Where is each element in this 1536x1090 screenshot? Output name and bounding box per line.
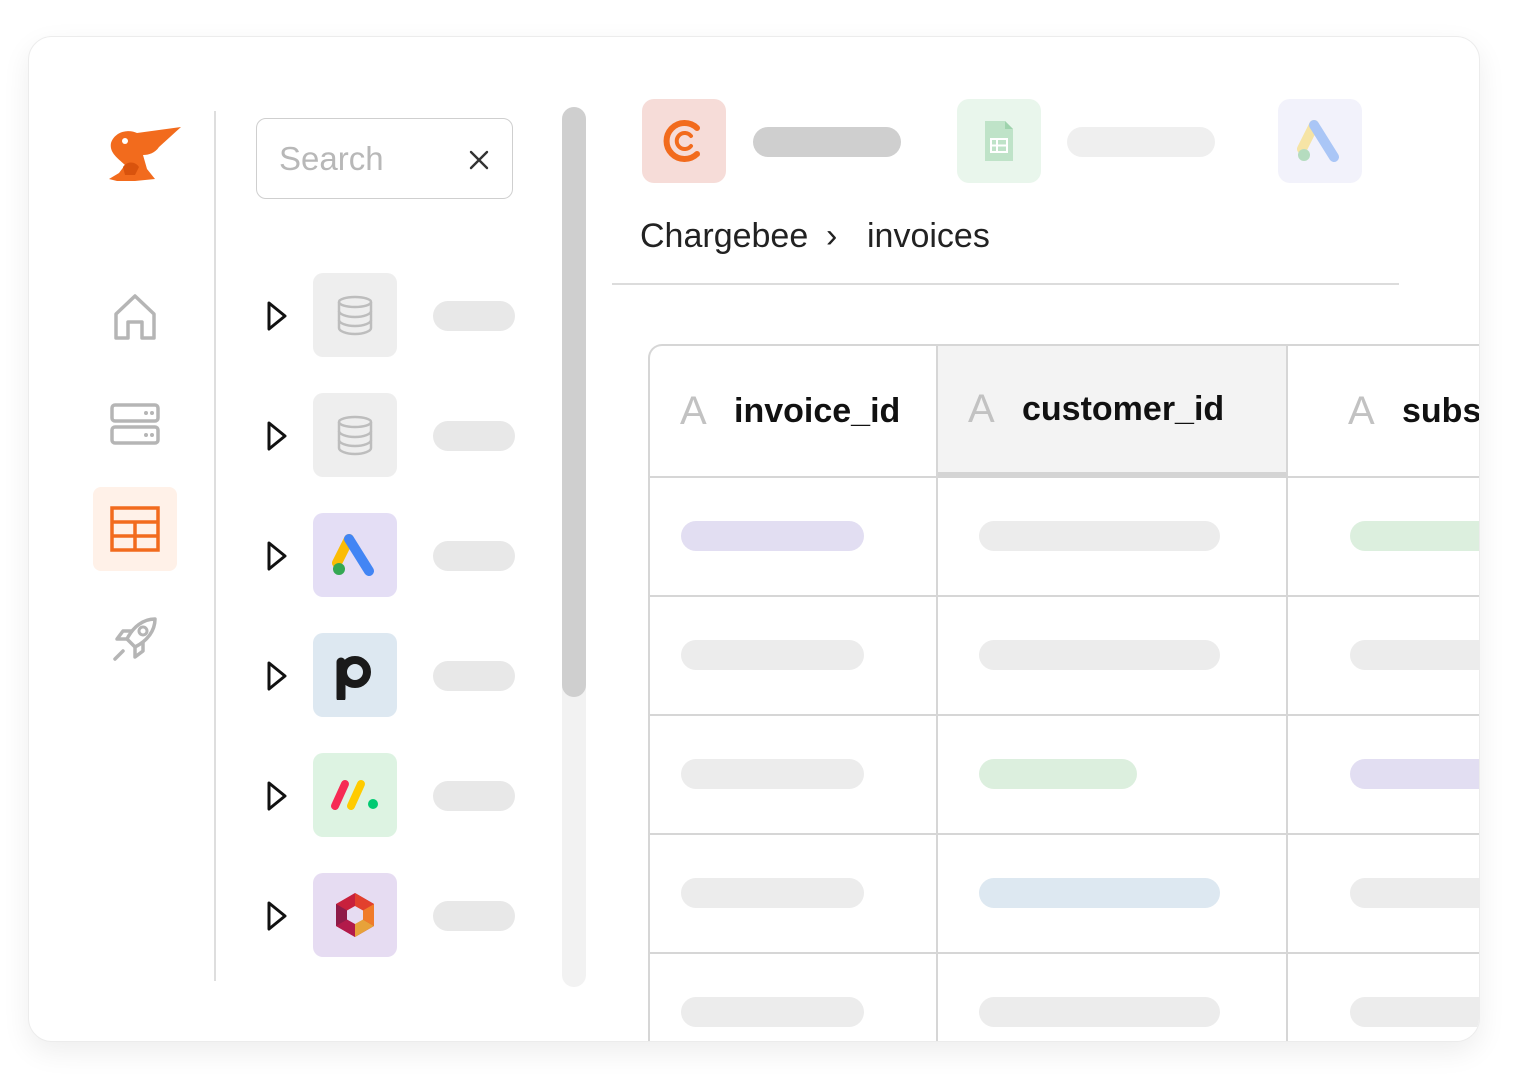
table-cell[interactable] (650, 597, 938, 716)
google-ads-icon (332, 534, 374, 576)
nav-home[interactable] (93, 275, 177, 359)
table-cell[interactable] (650, 478, 938, 597)
cell-value-placeholder (681, 878, 864, 908)
string-type-icon: A (1348, 388, 1375, 433)
nav-servers[interactable] (93, 382, 177, 466)
table-cell[interactable] (650, 954, 938, 1041)
source-item[interactable] (256, 873, 526, 959)
cell-value-placeholder (681, 640, 864, 670)
source-logo (313, 513, 397, 597)
monday-icon (331, 780, 378, 810)
source-item[interactable] (256, 393, 526, 479)
source-logo (313, 873, 397, 957)
table-cell[interactable] (938, 835, 1288, 954)
table-cell[interactable] (1288, 478, 1479, 597)
cell-value-placeholder (979, 878, 1220, 908)
cell-value-placeholder (979, 640, 1220, 670)
connector-google-sheets[interactable] (957, 99, 1041, 183)
string-type-icon: A (680, 388, 707, 433)
source-label-placeholder (433, 421, 515, 451)
source-label-placeholder (433, 781, 515, 811)
cell-value-placeholder (1350, 640, 1479, 670)
column-header-selected[interactable]: A customer_id (938, 346, 1288, 478)
table-cell[interactable] (1288, 716, 1479, 835)
caret-right-icon[interactable] (266, 780, 288, 812)
table-cell[interactable] (938, 716, 1288, 835)
app-window: Chargebee › invoices A invoice_id A cust… (28, 36, 1480, 1042)
source-label-placeholder (433, 541, 515, 571)
cell-value-placeholder (681, 521, 864, 551)
source-logo (313, 753, 397, 837)
source-logo (313, 273, 397, 357)
column-name: subs (1402, 391, 1480, 430)
column-header[interactable]: A subs (1288, 346, 1480, 478)
google-ads-icon (1297, 120, 1339, 162)
breadcrumb-source[interactable]: Chargebee (640, 217, 808, 256)
caret-right-icon[interactable] (266, 540, 288, 572)
google-sheets-icon (985, 121, 1013, 161)
table-cell[interactable] (938, 597, 1288, 716)
pipedrive-icon (336, 656, 371, 700)
cell-value-placeholder (979, 759, 1137, 789)
source-label-placeholder (433, 301, 515, 331)
server-icon (110, 403, 160, 445)
chevron-right-icon: › (826, 217, 838, 255)
source-item[interactable] (256, 513, 526, 599)
source-logo (313, 633, 397, 717)
cell-value-placeholder (1350, 759, 1479, 789)
source-item[interactable] (256, 273, 526, 359)
connector-chargebee[interactable] (642, 99, 726, 183)
table-cell[interactable] (1288, 835, 1479, 954)
table-cell[interactable] (1288, 597, 1479, 716)
connector-google-ads[interactable] (1278, 99, 1362, 183)
source-item[interactable] (256, 633, 526, 719)
source-logo (313, 393, 397, 477)
caret-right-icon[interactable] (266, 420, 288, 452)
nav-tables[interactable] (93, 487, 177, 571)
cell-value-placeholder (1350, 521, 1479, 551)
table-icon (110, 506, 160, 552)
brand-logo-icon (105, 123, 185, 187)
caret-right-icon[interactable] (266, 660, 288, 692)
table-cell[interactable] (650, 716, 938, 835)
chargebee-icon (663, 120, 700, 162)
cell-value-placeholder (1350, 878, 1479, 908)
source-label-placeholder (433, 901, 515, 931)
nav-deploy[interactable] (93, 597, 177, 681)
table-cell[interactable] (1288, 954, 1479, 1041)
caret-right-icon[interactable] (266, 300, 288, 332)
column-header[interactable]: A invoice_id (650, 346, 938, 478)
connector-label-placeholder (1067, 127, 1215, 157)
cell-value-placeholder (681, 997, 864, 1027)
column-name: invoice_id (734, 391, 901, 430)
home-icon (114, 294, 156, 340)
string-type-icon: A (968, 386, 995, 431)
table-cell[interactable] (650, 835, 938, 954)
source-label-placeholder (433, 661, 515, 691)
search-input[interactable] (279, 137, 449, 181)
close-icon[interactable] (465, 146, 493, 174)
breadcrumb-table[interactable]: invoices (867, 217, 990, 256)
cell-value-placeholder (979, 997, 1220, 1027)
nav-divider (214, 111, 216, 981)
data-table: A invoice_id A customer_id A subs (648, 344, 1480, 1041)
source-item[interactable] (256, 753, 526, 839)
column-name: customer_id (1022, 389, 1225, 428)
cell-value-placeholder (681, 759, 864, 789)
cell-value-placeholder (1350, 997, 1479, 1027)
connector-label-placeholder (753, 127, 901, 157)
rocket-icon (113, 617, 157, 661)
hexagon-logo-icon (336, 893, 374, 937)
caret-right-icon[interactable] (266, 900, 288, 932)
sidebar-scrollbar-thumb[interactable] (562, 107, 586, 697)
database-icon (337, 415, 373, 456)
table-cell[interactable] (938, 954, 1288, 1041)
header-divider (612, 283, 1399, 285)
table-cell[interactable] (938, 478, 1288, 597)
cell-value-placeholder (979, 521, 1220, 551)
database-icon (337, 295, 373, 336)
search-box[interactable] (256, 118, 513, 199)
